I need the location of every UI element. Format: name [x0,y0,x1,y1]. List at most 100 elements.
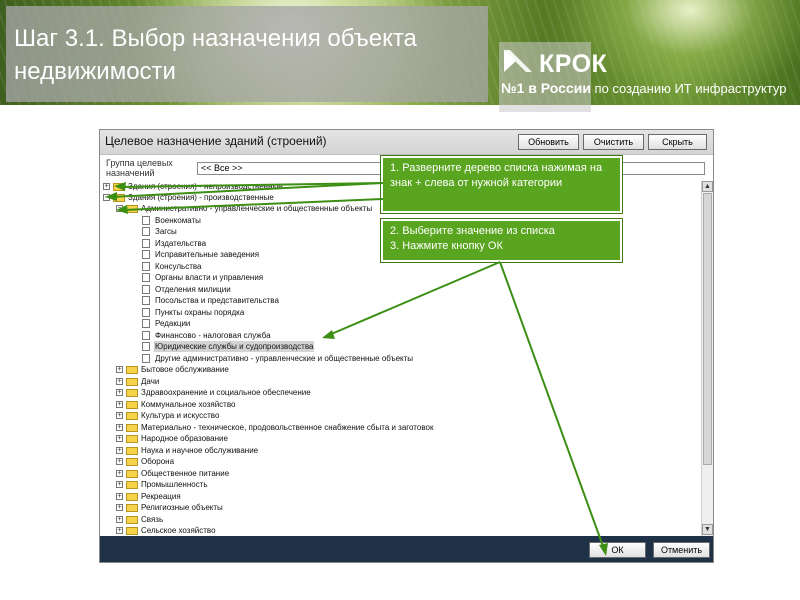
tree-node-label: Редакции [155,319,191,328]
collapse-icon[interactable]: − [103,194,110,201]
tree-node-label: Народное образование [141,434,228,443]
slide-title: Шаг 3.1. Выбор назначения объекта недвиж… [14,25,417,85]
tree-node[interactable]: + Рекреация [100,491,690,502]
expand-icon[interactable]: + [116,470,123,477]
tree-leaf[interactable]: Консульства [100,261,690,272]
tree-leaf[interactable]: Финансово - налоговая служба [100,330,690,341]
expand-icon[interactable]: + [116,447,123,454]
scrollbar-thumb[interactable] [703,193,712,465]
tree-node[interactable]: + Наука и научное обслуживание [100,445,690,456]
expand-icon[interactable]: + [116,389,123,396]
folder-icon [126,470,138,478]
document-icon [142,262,150,271]
tree-node-label: Исправительные заведения [155,250,260,259]
tree-node-label: Органы власти и управления [155,273,264,282]
folder-icon [113,194,125,202]
tree-node-label: Оборона [141,457,175,466]
tree-node-label: Бытовое обслуживание [141,365,229,374]
tree-leaf[interactable]: Посольства и представительства [100,295,690,306]
document-icon [142,331,150,340]
scroll-down-arrow-icon[interactable]: ▼ [702,524,713,535]
tree-leaf-selected[interactable]: Юридические службы и судопроизводства [100,341,690,352]
ok-button[interactable]: ОК [589,542,646,558]
tree-node-label: Военкоматы [155,216,201,225]
tree-node[interactable]: + Общественное питание [100,468,690,479]
expand-icon[interactable]: + [116,481,123,488]
expand-icon[interactable]: + [116,516,123,523]
tree-node[interactable]: + Оборона [100,456,690,467]
tree-node-label: Промышленность [141,480,208,489]
tree-node-label: Здания (строения) - производственные [128,193,274,202]
tree-leaf[interactable]: Другие административно - управленческие … [100,353,690,364]
tree-node[interactable]: + Коммунальное хозяйство [100,399,690,410]
tree-node-label: Консульства [155,262,202,271]
tree-node[interactable]: + Связь [100,514,690,525]
tree-node-label: Общественное питание [141,469,230,478]
tree-leaf[interactable]: Отделения милиции [100,284,690,295]
tree-node[interactable]: + Сельское хозяйство [100,525,690,536]
refresh-button[interactable]: Обновить [518,134,579,150]
folder-icon [126,516,138,524]
expand-icon[interactable]: + [116,527,123,534]
expand-icon[interactable]: + [116,378,123,385]
tree-node[interactable]: + Народное образование [100,433,690,444]
callout-step-1: 1. Разверните дерево списка нажимая на з… [380,155,623,214]
tree-node-label: Культура и искусство [141,411,220,420]
tree-scrollbar[interactable]: ▲ ▼ [701,181,713,536]
folder-icon [126,458,138,466]
tree-node-label: Загсы [155,227,177,236]
krok-logo-icon [504,50,532,72]
tree-node-label: Материально - техническое, продовольстве… [141,423,434,432]
tree-node[interactable]: + Промышленность [100,479,690,490]
callout-steps-2-3: 2. Выберите значение из списка 3. Нажмит… [380,218,623,263]
callout-step-2: 2. Выберите значение из списка [390,225,555,237]
document-icon [142,250,150,259]
expand-icon[interactable]: + [116,412,123,419]
hide-button[interactable]: Скрыть [648,134,707,150]
scroll-up-arrow-icon[interactable]: ▲ [702,181,713,192]
document-icon [142,296,150,305]
document-icon [142,239,150,248]
tree-node[interactable]: + Религиозные объекты [100,502,690,513]
expand-icon[interactable]: + [116,435,123,442]
expand-icon[interactable]: + [116,424,123,431]
tree-node-label: Другие административно - управленческие … [155,354,414,363]
expand-icon[interactable]: + [103,183,110,190]
expand-icon[interactable]: + [116,458,123,465]
tree-node[interactable]: + Культура и искусство [100,410,690,421]
logo-tagline-rest: по созданию ИТ инфраструктур [590,81,787,96]
document-icon [142,216,150,225]
tree-node-label: Здания (строения) - непроизводственные [128,182,283,191]
cancel-button[interactable]: Отменить [653,542,710,558]
filter-label: Группа целевых назначений [106,158,173,178]
folder-icon [113,183,125,191]
tree-leaf[interactable]: Редакции [100,318,690,329]
expand-icon[interactable]: + [116,504,123,511]
expand-icon[interactable]: + [116,366,123,373]
tree-node-label: Юридические службы и судопроизводства [154,341,315,352]
logo-name: КРОК [539,50,608,78]
expand-icon[interactable]: + [116,401,123,408]
folder-icon [126,366,138,374]
tree-node-label: Отделения милиции [155,285,231,294]
document-icon [142,354,150,363]
tree-node-label: Дачи [141,377,160,386]
clear-button[interactable]: Очистить [583,134,644,150]
expand-icon[interactable]: + [116,493,123,500]
folder-icon [126,389,138,397]
collapse-icon[interactable]: − [116,205,123,212]
dialog-title: Целевое назначение зданий (строений) [105,134,327,148]
callout-step-3: 3. Нажмите кнопку ОК [390,240,503,252]
dialog-titlebar: Целевое назначение зданий (строений) Обн… [100,130,713,155]
tree-leaf[interactable]: Пункты охраны порядка [100,307,690,318]
document-icon [142,285,150,294]
tree-node[interactable]: + Бытовое обслуживание [100,364,690,375]
tree-node-label: Издательства [155,239,207,248]
tree-node[interactable]: + Материально - техническое, продовольст… [100,422,690,433]
tree-leaf[interactable]: Органы власти и управления [100,272,690,283]
tree-node[interactable]: + Дачи [100,376,690,387]
tree-node-label: Здравоохранение и социальное обеспечение [141,388,311,397]
tree-node[interactable]: + Здравоохранение и социальное обеспечен… [100,387,690,398]
document-icon [142,227,150,236]
tree-node-label: Финансово - налоговая служба [155,331,271,340]
